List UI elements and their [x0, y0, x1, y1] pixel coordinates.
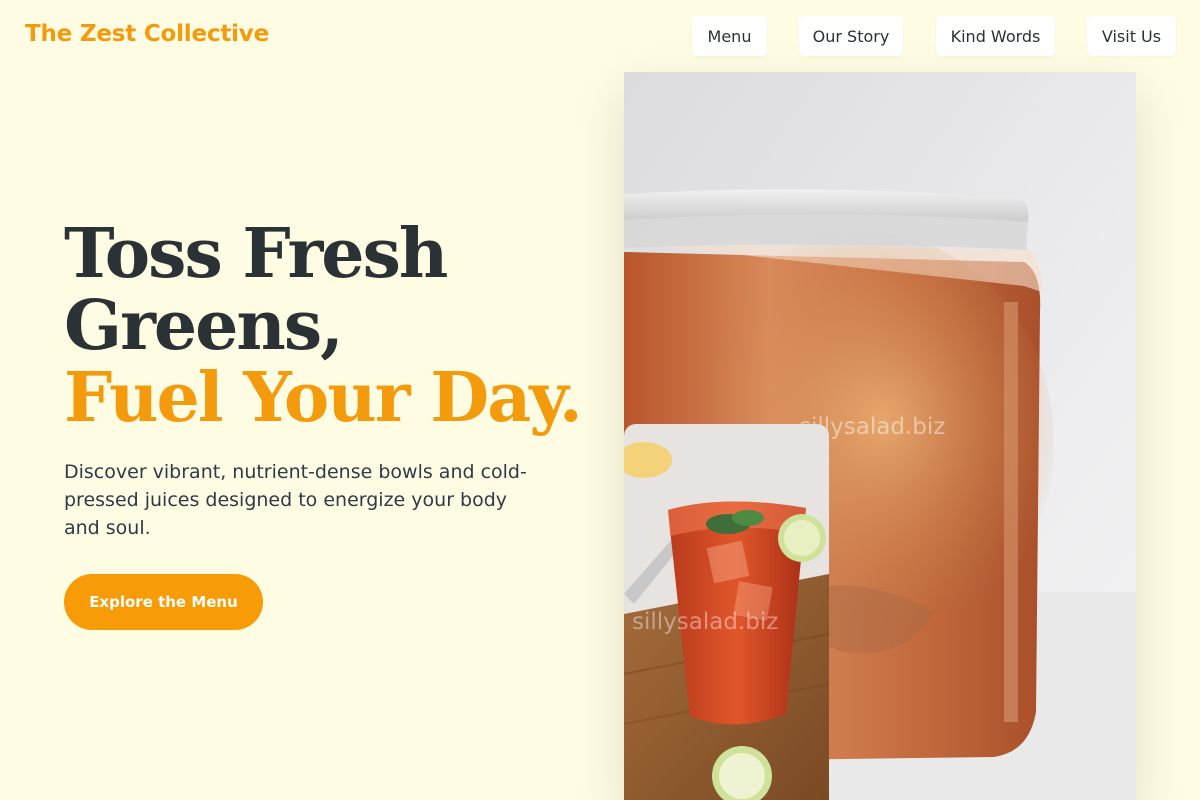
iced-tea-photo: sillysalad.biz: [624, 424, 829, 800]
headline-accent: Fuel Your Day.: [64, 358, 583, 438]
nav-item-visit-us[interactable]: Visit Us: [1087, 16, 1176, 56]
hero-subtitle: Discover vibrant, nutrient-dense bowls a…: [64, 461, 527, 539]
inset-watermark-text: sillysalad.biz: [632, 609, 778, 635]
hero-headline: Toss Fresh Greens, Fuel Your Day.: [64, 218, 583, 434]
nav-item-menu[interactable]: Menu: [692, 16, 767, 56]
top-nav: Menu Our Story Kind Words Visit Us: [0, 16, 1200, 56]
headline-line-1: Toss Fresh: [64, 214, 448, 294]
nav-item-our-story[interactable]: Our Story: [799, 16, 903, 56]
headline-line-2: Greens,: [64, 286, 344, 366]
explore-menu-button[interactable]: Explore the Menu: [64, 574, 263, 630]
nav-item-kind-words[interactable]: Kind Words: [936, 16, 1055, 56]
